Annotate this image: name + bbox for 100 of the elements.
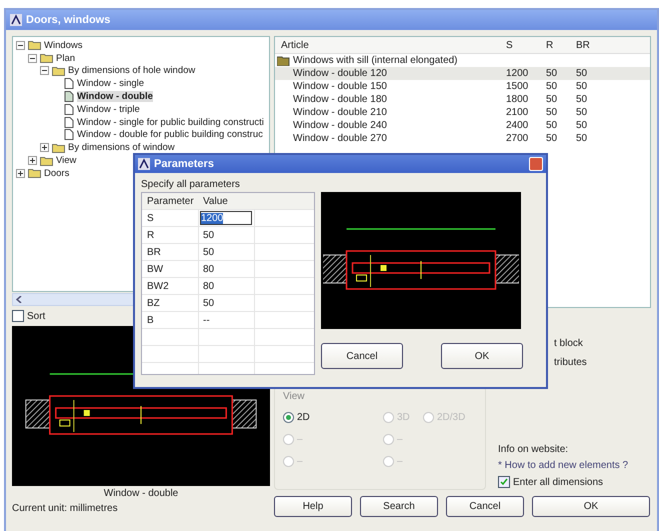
tree-item[interactable]: View	[56, 155, 76, 166]
preview-caption: Window - double	[102, 488, 180, 499]
list-row[interactable]: Window - double 240 2400 50 50	[275, 119, 650, 132]
table-cell[interactable]: --	[198, 312, 254, 329]
dialog-button[interactable]: Cancel	[321, 343, 403, 369]
table-cell[interactable]: 2400	[506, 120, 546, 131]
table-cell[interactable]: 50	[576, 94, 610, 105]
tree-item[interactable]: By dimensions of hole window	[68, 65, 196, 76]
expand-toggle[interactable]	[40, 143, 49, 152]
table-cell[interactable]: Window - double 270	[293, 133, 506, 144]
table-cell-text: B	[146, 314, 155, 328]
table-cell[interactable]: 50	[546, 94, 576, 105]
list-row[interactable]: Window - double 150 1500 50 50	[275, 80, 650, 93]
table-cell[interactable]: Window - double 180	[293, 94, 506, 105]
table-cell[interactable]: 50	[576, 120, 610, 131]
scroll-left-icon[interactable]	[16, 296, 22, 303]
table-cell[interactable]: 50	[546, 81, 576, 92]
list-row[interactable]: Window - double 180 1800 50 50	[275, 93, 650, 106]
info-label: Info on website:	[498, 444, 570, 455]
close-button[interactable]	[529, 157, 543, 171]
tree-item[interactable]: Plan	[56, 52, 76, 64]
dialog-button[interactable]: OK	[441, 343, 523, 369]
list-row[interactable]: Window - double 270 2700 50 50	[275, 132, 650, 145]
table-cell-text: BR	[146, 246, 162, 260]
table-cell[interactable]: 50	[546, 120, 576, 131]
group-label: Windows with sill (internal elongated)	[293, 55, 458, 66]
folder-icon	[52, 142, 65, 153]
app-icon	[138, 158, 150, 170]
table-cell[interactable]: 1800	[506, 94, 546, 105]
prompt-text: Specify all parameters	[141, 179, 241, 190]
column-header[interactable]: S	[506, 40, 546, 50]
table-cell[interactable]: Window - double 210	[293, 107, 506, 118]
collapse-toggle[interactable]	[40, 66, 49, 76]
column-header[interactable]: BR	[576, 40, 610, 50]
collapse-toggle[interactable]	[16, 40, 25, 50]
radio-option[interactable]: 2D	[283, 406, 383, 428]
option-label: tributes	[554, 357, 587, 368]
option-label: t block	[554, 338, 583, 349]
table-cell[interactable]: 50	[576, 107, 610, 118]
table-cell[interactable]: 50	[198, 227, 254, 244]
table-cell[interactable]: 80	[198, 261, 254, 278]
tree-item[interactable]: Doors	[44, 168, 70, 179]
dialog-title: Parameters	[154, 158, 214, 170]
checkbox[interactable]	[498, 476, 510, 488]
table-cell[interactable]: 50	[576, 133, 610, 144]
table-cell[interactable]: Window - double 150	[293, 81, 506, 92]
document-icon	[64, 91, 74, 102]
table-cell[interactable]: 50	[546, 107, 576, 118]
document-icon	[64, 78, 74, 90]
column-header[interactable]: R	[546, 40, 576, 50]
list-row[interactable]: Window - double 120 1200 50 50	[275, 67, 650, 80]
expand-toggle[interactable]	[16, 168, 25, 178]
table-cell[interactable]: 50	[198, 295, 254, 312]
folder-icon	[28, 40, 41, 50]
table-cell-text: R	[146, 229, 156, 243]
table-cell[interactable]: 80	[198, 278, 254, 295]
tree-item[interactable]: Window - double for public building construc	[77, 129, 263, 140]
folder-icon	[40, 53, 53, 64]
table-cell[interactable]: 2100	[506, 107, 546, 118]
tree-item[interactable]: Window - single	[77, 78, 144, 90]
table-cell[interactable]: 50	[198, 244, 254, 261]
app-icon	[10, 14, 22, 26]
dialog-button[interactable]: Search	[360, 496, 438, 517]
table-cell-text: BW	[146, 263, 164, 277]
expand-toggle[interactable]	[28, 156, 37, 166]
table-cell[interactable]: Window - double 240	[293, 120, 506, 131]
tree-item[interactable]: Window - single for public building constructi	[77, 116, 264, 128]
table-cell-text: BZ	[146, 297, 161, 311]
table-cell[interactable]: 50	[546, 133, 576, 144]
column-header: Value	[202, 194, 229, 208]
table-cell[interactable]: 50	[576, 81, 610, 92]
table-cell-text: S	[146, 212, 155, 226]
table-cell[interactable]: 50	[576, 68, 610, 79]
table-cell[interactable]: 1500	[506, 81, 546, 92]
collapse-toggle[interactable]	[28, 54, 37, 63]
dialog-button[interactable]: Cancel	[446, 496, 524, 517]
tree-item[interactable]: By dimensions of window	[68, 142, 175, 154]
tree-item[interactable]: Window - double	[77, 91, 153, 102]
checkbox[interactable]	[12, 310, 24, 322]
checkbox-label: Sort	[27, 310, 46, 322]
table-cell[interactable]: 50	[546, 68, 576, 79]
document-icon	[64, 129, 74, 140]
folder-icon	[28, 168, 41, 178]
tree-item[interactable]: Window - triple	[77, 104, 140, 115]
tree-item[interactable]: Windows	[44, 40, 83, 51]
table-cell-text: BW2	[146, 280, 170, 294]
value-field[interactable]: 1200	[200, 211, 252, 225]
folder-icon	[52, 66, 65, 76]
dialog-button[interactable]: Help	[274, 496, 352, 517]
table-cell[interactable]: 1200	[506, 68, 546, 79]
group-title: View	[283, 391, 304, 402]
unit-label: Current unit: millimetres	[12, 503, 119, 514]
document-icon	[64, 104, 74, 115]
help-link[interactable]: * How to add new elements ?	[498, 460, 651, 471]
dialog-button[interactable]: OK	[532, 496, 650, 517]
table-cell[interactable]: Window - double 120	[293, 68, 506, 79]
list-row[interactable]: Window - double 210 2100 50 50	[275, 106, 650, 119]
table-cell[interactable]: 2700	[506, 133, 546, 144]
checkbox-label: Enter all dimensions	[513, 476, 604, 488]
column-header[interactable]: Article	[281, 40, 506, 50]
